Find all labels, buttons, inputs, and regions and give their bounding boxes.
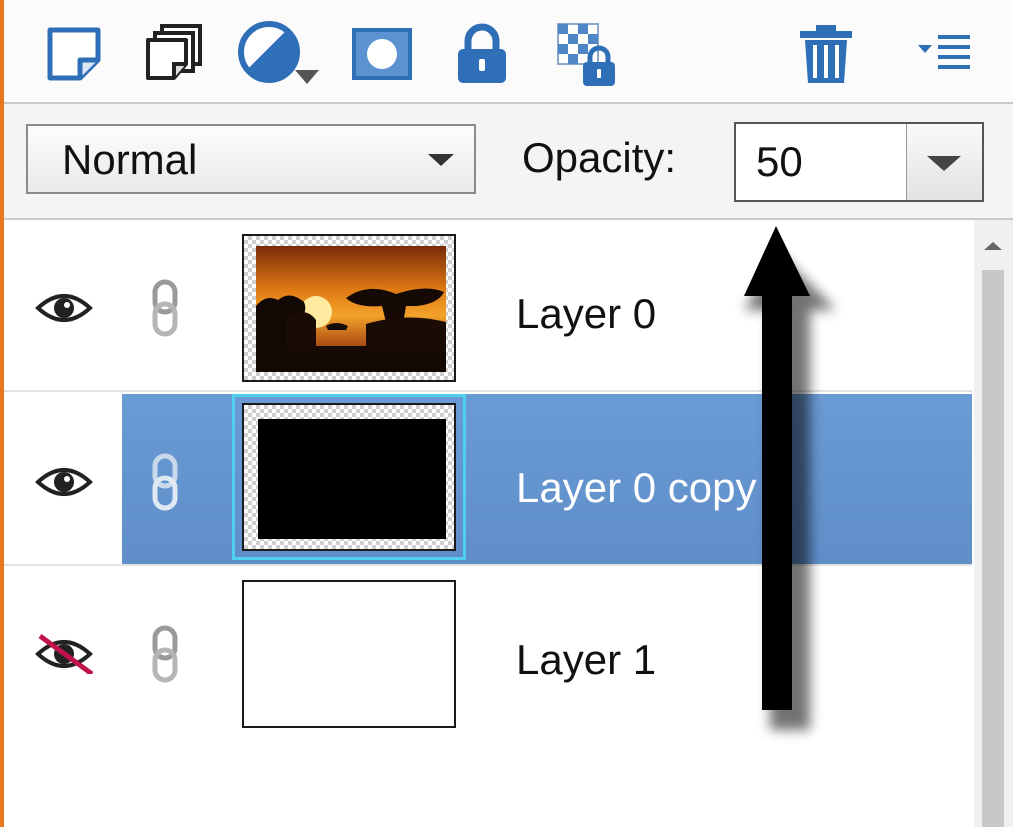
layer-row-layer-1[interactable]: Layer 1 <box>4 566 972 736</box>
link-icon[interactable] <box>150 452 180 512</box>
link-icon[interactable] <box>150 278 180 338</box>
layer-thumbnail[interactable] <box>242 234 456 382</box>
layer-thumbnail[interactable] <box>242 580 456 728</box>
delete-layer-button[interactable] <box>790 18 862 90</box>
sunset-photo-image <box>256 246 446 372</box>
duplicate-layer-icon <box>146 24 202 80</box>
layer-mask-icon <box>352 28 412 80</box>
link-icon[interactable] <box>150 624 180 684</box>
layer-row-layer-0-copy[interactable]: Layer 0 copy <box>4 394 972 564</box>
panel-menu-button[interactable] <box>908 18 980 90</box>
eye-icon[interactable] <box>34 288 94 328</box>
opacity-value[interactable]: 50 <box>756 138 803 186</box>
layers-scrollbar[interactable] <box>974 220 1013 827</box>
new-layer-button[interactable] <box>38 18 110 90</box>
panel-menu-icon <box>918 35 970 69</box>
blend-mode-dropdown[interactable]: Normal <box>26 124 476 194</box>
layer-mask-button[interactable] <box>346 18 418 90</box>
lock-all-icon <box>458 23 506 83</box>
scrollbar-thumb[interactable] <box>982 270 1004 827</box>
layers-panel: Normal Opacity: 50 Layer 0 Layer 0 copy … <box>4 0 1013 827</box>
layer-thumbnail[interactable] <box>242 403 456 551</box>
lock-transparency-button[interactable] <box>552 18 624 90</box>
chevron-down-icon <box>927 156 961 171</box>
scroll-up-arrow-icon[interactable] <box>984 242 1002 250</box>
blend-mode-value: Normal <box>62 136 198 183</box>
delete-layer-icon <box>800 25 852 83</box>
opacity-field[interactable]: 50 <box>734 122 984 202</box>
opacity-dropdown-button[interactable] <box>906 124 982 200</box>
lock-transparency-icon <box>557 23 615 86</box>
adjustment-layer-icon <box>238 21 319 84</box>
layer-name[interactable]: Layer 1 <box>516 636 656 684</box>
layer-row-layer-0[interactable]: Layer 0 <box>4 220 972 390</box>
lock-all-button[interactable] <box>446 18 518 90</box>
layers-list: Layer 0 Layer 0 copy Layer 1 <box>4 220 972 827</box>
eye-hidden-icon[interactable] <box>34 634 94 674</box>
layers-toolbar <box>4 0 1013 104</box>
layer-options-bar: Normal Opacity: 50 <box>4 104 1013 220</box>
layer-name[interactable]: Layer 0 copy <box>516 464 756 512</box>
adjustment-layer-button[interactable] <box>232 18 328 90</box>
new-layer-icon <box>47 27 101 81</box>
opacity-label: Opacity: <box>522 134 677 181</box>
layer-name[interactable]: Layer 0 <box>516 290 656 338</box>
eye-icon[interactable] <box>34 462 94 502</box>
black-fill-image <box>258 419 446 539</box>
chevron-down-icon <box>428 154 454 166</box>
duplicate-layer-button[interactable] <box>138 18 210 90</box>
